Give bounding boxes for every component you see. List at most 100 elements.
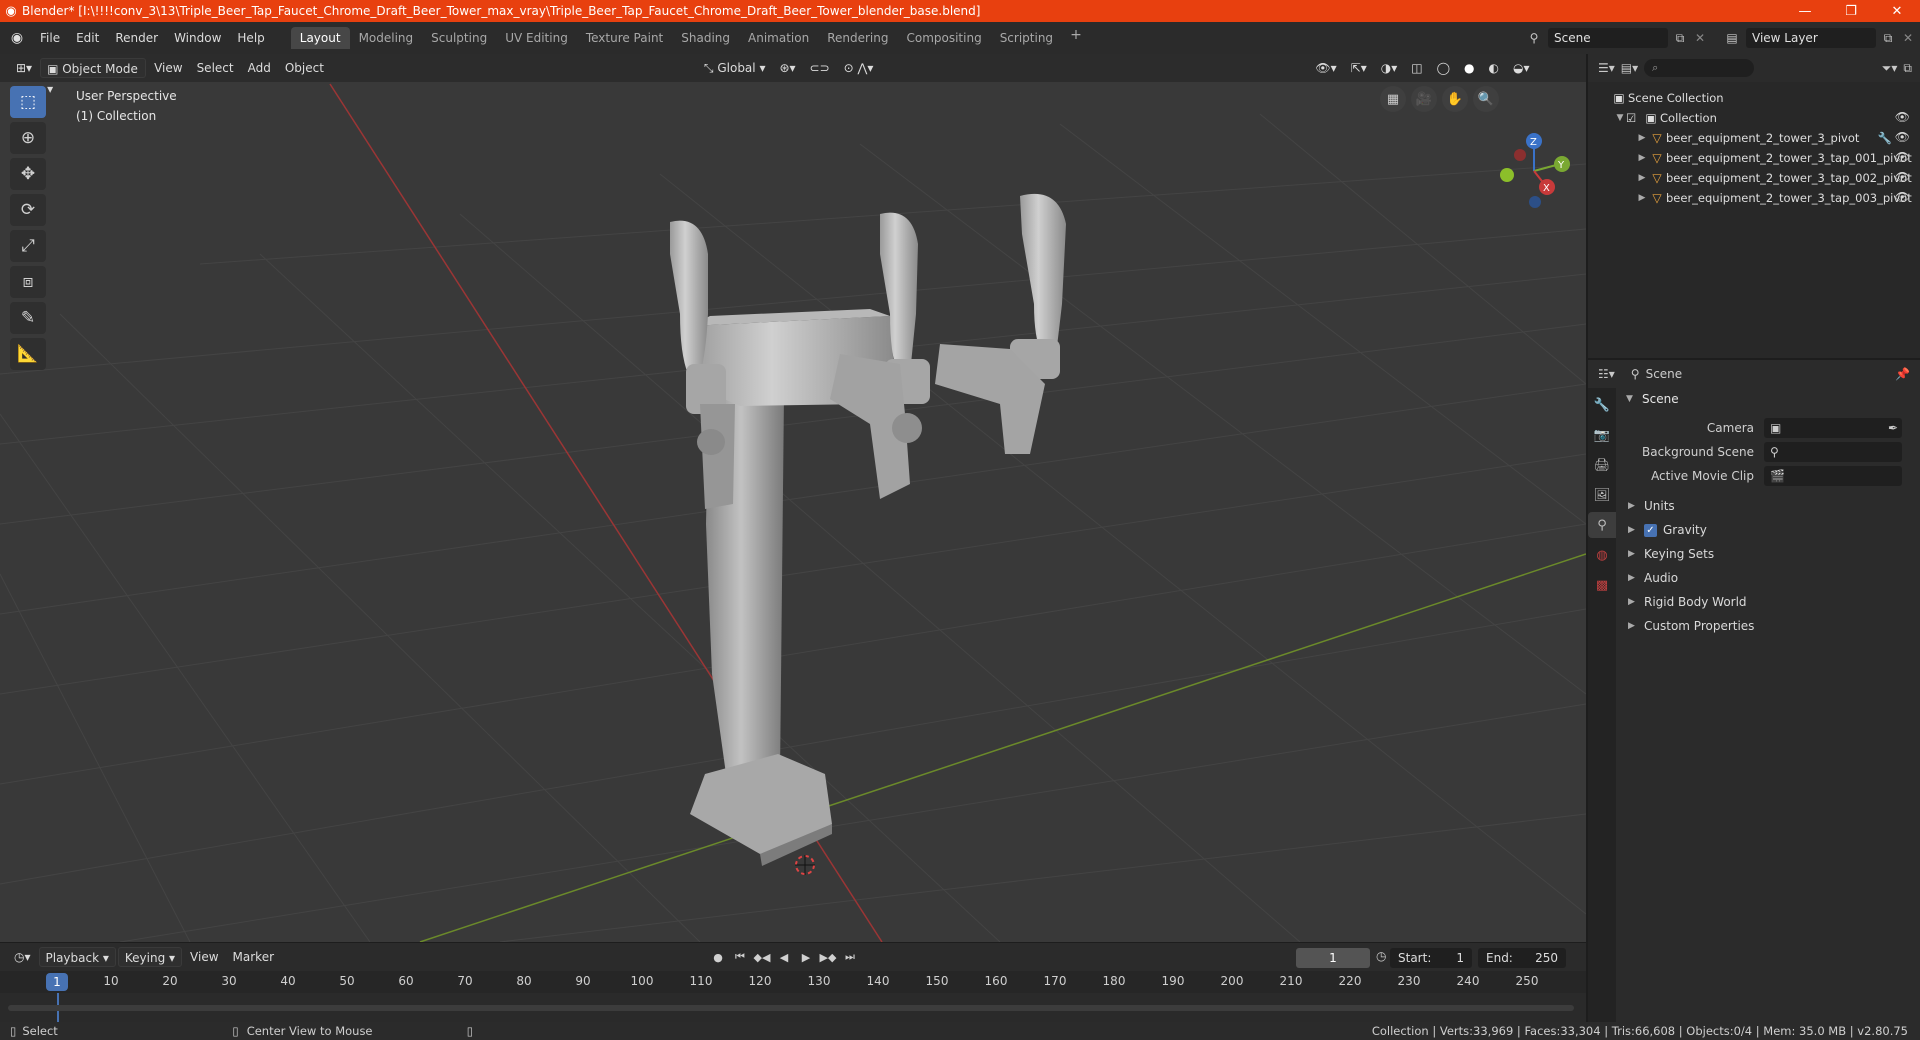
viewport-menu-object[interactable]: Object bbox=[279, 58, 330, 78]
cursor-tool-icon[interactable]: ⊕ bbox=[10, 122, 46, 154]
3d-cursor-icon[interactable] bbox=[795, 855, 815, 875]
tab-layout[interactable]: Layout bbox=[290, 27, 350, 49]
viewport-menu-view[interactable]: View bbox=[148, 58, 188, 78]
prev-keyframe-icon[interactable]: ◆◀ bbox=[752, 947, 772, 967]
viewport-menu-select[interactable]: Select bbox=[191, 58, 240, 78]
current-frame-field[interactable]: 1 bbox=[1296, 948, 1370, 968]
shading-wireframe-icon[interactable]: ◯ bbox=[1431, 58, 1456, 78]
gravity-checkbox[interactable]: ✓ bbox=[1644, 523, 1657, 537]
eyedropper-icon[interactable]: ✒ bbox=[1888, 421, 1898, 435]
eye-icon[interactable]: 👁 bbox=[1895, 150, 1910, 164]
outliner-item[interactable]: ▶ ▽ beer_equipment_2_tower_3_tap_001_piv… bbox=[1588, 148, 1920, 168]
camera-view-icon[interactable]: 🎥 bbox=[1411, 86, 1437, 112]
scene-collection-row[interactable]: ▣ Scene Collection bbox=[1588, 88, 1920, 108]
delete-scene-icon[interactable]: ✕ bbox=[1692, 31, 1708, 45]
timeline-menu-marker[interactable]: Marker bbox=[227, 947, 280, 967]
visibility-icon[interactable]: 👁▾ bbox=[1309, 58, 1342, 78]
xray-toggle-icon[interactable]: ◫ bbox=[1405, 58, 1428, 78]
viewport-canvas[interactable]: Z Y X bbox=[0, 54, 1586, 942]
end-frame-field[interactable]: End: 250 bbox=[1478, 948, 1566, 968]
keying-sets-panel[interactable]: ▶ Keying Sets bbox=[1618, 542, 1920, 566]
collapse-triangle-icon[interactable]: ▼ bbox=[1614, 113, 1626, 123]
tab-rendering[interactable]: Rendering bbox=[818, 27, 897, 49]
rotate-tool-icon[interactable]: ⟳ bbox=[10, 194, 46, 226]
eye-icon[interactable]: 👁 bbox=[1895, 190, 1910, 204]
collection-row[interactable]: ▼ ☑ ▣ Collection 👁 bbox=[1588, 108, 1920, 128]
tab-sculpting[interactable]: Sculpting bbox=[422, 27, 496, 49]
new-view-layer-icon[interactable]: ⧉ bbox=[1880, 31, 1896, 46]
clock-icon[interactable]: ◷ bbox=[1376, 949, 1386, 963]
output-tab-icon[interactable]: 🖨 bbox=[1588, 452, 1616, 478]
tab-animation[interactable]: Animation bbox=[739, 27, 818, 49]
expand-triangle-icon[interactable]: ▶ bbox=[1636, 133, 1648, 143]
scene-tab-icon[interactable]: ⚲ bbox=[1588, 512, 1616, 538]
timeline-menu-view[interactable]: View bbox=[184, 947, 224, 967]
next-keyframe-icon[interactable]: ▶◆ bbox=[818, 947, 838, 967]
new-collection-icon[interactable]: ⧉ bbox=[1903, 61, 1912, 76]
render-tab-icon[interactable]: 📷 bbox=[1588, 422, 1616, 448]
expand-triangle-icon[interactable]: ▶ bbox=[1636, 153, 1648, 163]
display-mode-icon[interactable]: ▤▾ bbox=[1621, 61, 1638, 75]
tab-uv-editing[interactable]: UV Editing bbox=[496, 27, 577, 49]
play-reverse-icon[interactable]: ◀ bbox=[774, 947, 794, 967]
menu-help[interactable]: Help bbox=[229, 27, 272, 49]
mode-dropdown[interactable]: ▣ Object Mode ▾ bbox=[40, 58, 147, 96]
tab-scripting[interactable]: Scripting bbox=[991, 27, 1062, 49]
menu-file[interactable]: File bbox=[32, 27, 68, 49]
view-layer-tab-icon[interactable]: 🖼 bbox=[1588, 482, 1616, 508]
close-button[interactable]: ✕ bbox=[1874, 0, 1920, 22]
proportional-edit-icon[interactable]: ⊙ ⋀▾ bbox=[838, 58, 880, 78]
menu-edit[interactable]: Edit bbox=[68, 27, 107, 49]
minimize-button[interactable]: — bbox=[1782, 0, 1828, 22]
measure-tool-icon[interactable]: 📐 bbox=[10, 338, 46, 370]
rigid-body-world-panel[interactable]: ▶ Rigid Body World bbox=[1618, 590, 1920, 614]
tab-modeling[interactable]: Modeling bbox=[350, 27, 423, 49]
snap-icon[interactable]: ⊂⊃ bbox=[804, 58, 836, 78]
view-layer-name-field[interactable]: View Layer bbox=[1746, 28, 1876, 48]
shading-material-icon[interactable]: ◐ bbox=[1483, 58, 1505, 78]
select-box-tool-icon[interactable]: ⬚ bbox=[10, 86, 46, 118]
tab-compositing[interactable]: Compositing bbox=[897, 27, 990, 49]
scale-tool-icon[interactable]: ⤢ bbox=[10, 230, 46, 262]
3d-viewport[interactable]: Z Y X ⊞▾ ▣ Object Mode ▾ View Select Add… bbox=[0, 54, 1586, 942]
jump-start-icon[interactable]: ⏮ bbox=[730, 947, 750, 967]
outliner-search-input[interactable]: ⌕ bbox=[1644, 59, 1755, 77]
menu-render[interactable]: Render bbox=[107, 27, 166, 49]
timeline-track[interactable] bbox=[0, 993, 1586, 1023]
outliner-editor-type-icon[interactable]: ☰▾ bbox=[1598, 61, 1615, 75]
scene-panel-header[interactable]: ▼ Scene bbox=[1618, 388, 1920, 410]
camera-field[interactable]: ▣ ✒ bbox=[1764, 418, 1902, 438]
record-icon[interactable]: ● bbox=[708, 947, 728, 967]
eye-icon[interactable]: 👁 bbox=[1895, 130, 1910, 144]
tool-tab-icon[interactable]: 🔧 bbox=[1588, 392, 1616, 418]
zoom-view-icon[interactable]: 🔍 bbox=[1473, 86, 1499, 112]
playhead-frame[interactable]: 1 bbox=[46, 973, 68, 991]
outliner-item[interactable]: ▶ ▽ beer_equipment_2_tower_3_pivot 🔧 👁 bbox=[1588, 128, 1920, 148]
add-workspace-icon[interactable]: + bbox=[1062, 27, 1090, 49]
eye-icon[interactable]: 👁 bbox=[1895, 110, 1910, 124]
new-scene-icon[interactable]: ⧉ bbox=[1672, 31, 1688, 46]
units-panel[interactable]: ▶ Units bbox=[1618, 494, 1920, 518]
navigation-gizmo[interactable]: Z Y X bbox=[1500, 133, 1570, 208]
timeline-scrollbar[interactable] bbox=[8, 1005, 1574, 1011]
background-scene-field[interactable]: ⚲ bbox=[1764, 442, 1902, 462]
viewport-menu-add[interactable]: Add bbox=[242, 58, 277, 78]
transform-orientation-dropdown[interactable]: ⤡ Global ▾ bbox=[698, 58, 772, 78]
properties-editor-type-icon[interactable]: ☷▾ bbox=[1598, 367, 1615, 381]
maximize-button[interactable]: ❐ bbox=[1828, 0, 1874, 22]
scene-name-field[interactable]: Scene bbox=[1548, 28, 1668, 48]
tab-texture-paint[interactable]: Texture Paint bbox=[577, 27, 672, 49]
delete-view-layer-icon[interactable]: ✕ bbox=[1900, 31, 1916, 45]
outliner-item[interactable]: ▶ ▽ beer_equipment_2_tower_3_tap_003_piv… bbox=[1588, 188, 1920, 208]
custom-properties-panel[interactable]: ▶ Custom Properties bbox=[1618, 614, 1920, 638]
expand-triangle-icon[interactable]: ▶ bbox=[1636, 193, 1648, 203]
pivot-point-icon[interactable]: ⊛▾ bbox=[773, 58, 801, 78]
annotate-tool-icon[interactable]: ✎ bbox=[10, 302, 46, 334]
timeline-menu-playback[interactable]: Playback ▾ bbox=[38, 947, 116, 967]
tab-shading[interactable]: Shading bbox=[672, 27, 739, 49]
active-movie-clip-field[interactable]: 🎬 bbox=[1764, 466, 1902, 486]
start-frame-field[interactable]: Start: 1 bbox=[1390, 948, 1472, 968]
outliner-item[interactable]: ▶ ▽ beer_equipment_2_tower_3_tap_002_piv… bbox=[1588, 168, 1920, 188]
pin-icon[interactable]: 📌 bbox=[1895, 367, 1910, 381]
play-icon[interactable]: ▶ bbox=[796, 947, 816, 967]
